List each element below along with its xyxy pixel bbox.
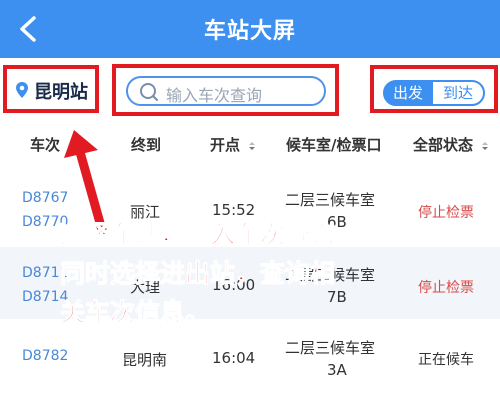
station-selector[interactable]: 昆明站: [3, 65, 99, 113]
column-header-departure[interactable]: 开点: [210, 134, 256, 155]
annotation-callout: 选择车站，输入车次查询。 同时选择进出站，查询相 关车次信息。: [60, 215, 490, 332]
column-header-status[interactable]: 全部状态: [413, 134, 489, 155]
waiting-room: 二层三候车室: [285, 191, 376, 209]
annotation-line: 同时选择进出站，查询相: [60, 259, 336, 289]
sort-icon: [482, 141, 489, 150]
search-placeholder: 输入车次查询: [166, 86, 263, 105]
direction-toggle: 出发 到达: [370, 65, 498, 113]
table-row[interactable]: D8782 昆明南 16:04 二层三候车室 3A 正在候车: [0, 322, 500, 394]
search-icon: [140, 83, 158, 101]
sort-icon: [249, 141, 256, 150]
train-number[interactable]: D8782: [22, 348, 68, 364]
waiting-room: 二层三候车室: [285, 339, 376, 357]
filter-toolbar: 昆明站 输入车次查询 出发 到达: [0, 58, 500, 120]
arrive-tab[interactable]: 到达: [431, 80, 485, 106]
depart-tab[interactable]: 出发: [383, 80, 433, 106]
column-header-train[interactable]: 车次: [30, 134, 60, 155]
page-title: 车站大屏: [203, 19, 296, 44]
train-search-input[interactable]: 输入车次查询: [126, 76, 326, 106]
column-header-status-label: 全部状态: [413, 136, 474, 154]
station-name: 昆明站: [34, 82, 88, 103]
column-header-destination[interactable]: 终到: [131, 134, 161, 155]
column-header-departure-label: 开点: [210, 136, 241, 154]
ticket-gate: 3A: [327, 361, 347, 379]
app-header: 车站大屏: [0, 0, 500, 58]
destination: 昆明南: [122, 351, 168, 369]
annotation-line: 关车次信息。: [60, 298, 211, 328]
search-highlight: 输入车次查询: [112, 64, 339, 116]
column-header-waiting-room[interactable]: 候车室/检票口: [286, 134, 381, 155]
status-badge: 正在候车: [418, 352, 474, 368]
location-pin-icon: [16, 82, 28, 98]
annotation-line: 选择车站，输入车次查询。: [60, 220, 361, 250]
departure-time: 16:04: [212, 349, 256, 367]
